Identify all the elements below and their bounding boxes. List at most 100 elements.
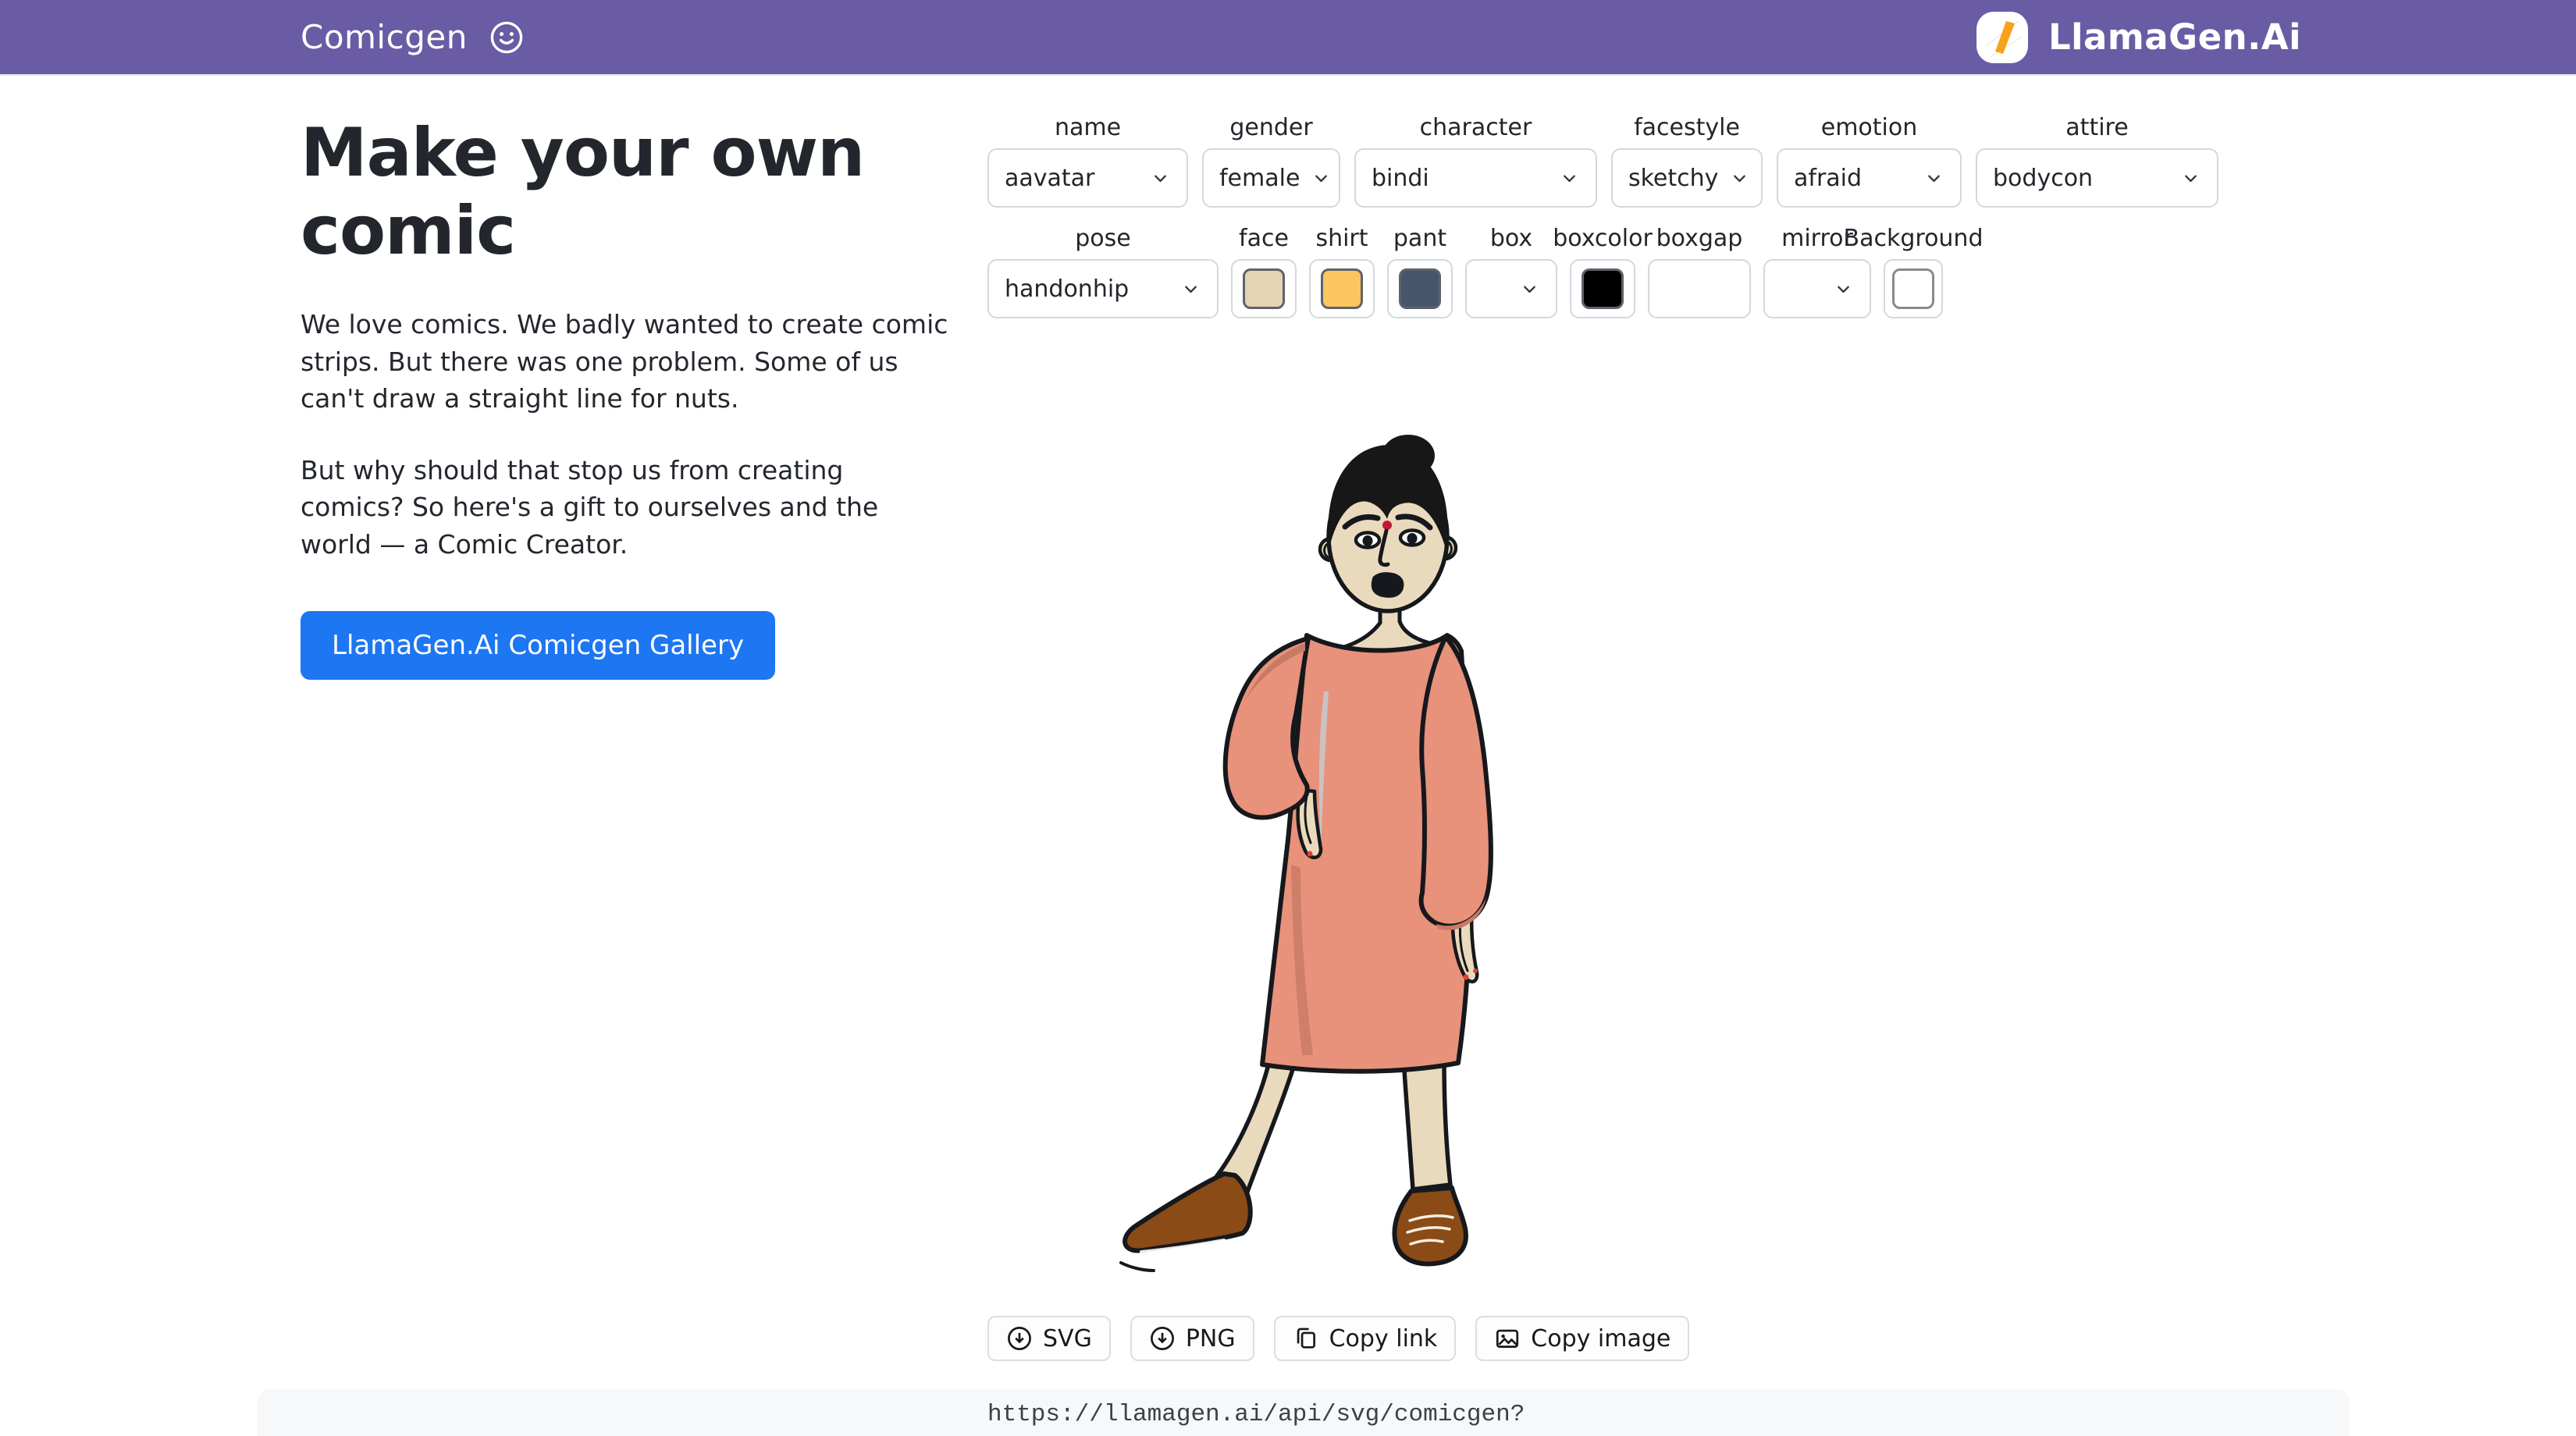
pose-select-value: handonhip — [1005, 275, 1129, 303]
export-bar: SVG PNG Copy link Copy image — [987, 1316, 1689, 1361]
smiley-icon — [488, 19, 525, 56]
pose-select[interactable]: handonhip — [987, 259, 1219, 318]
api-url-text: https://llamagen.ai/api/svg/comicgen? — [987, 1401, 1525, 1428]
attire-select[interactable]: bodycon — [1976, 148, 2218, 208]
app-title[interactable]: Comicgen — [301, 18, 468, 56]
background-color-label: Background — [1844, 225, 1984, 252]
boxgap-input[interactable] — [1648, 259, 1751, 318]
shirt-color-swatch[interactable] — [1321, 268, 1363, 309]
facestyle-select[interactable]: sketchy — [1611, 148, 1763, 208]
copy-image-button[interactable]: Copy image — [1475, 1316, 1689, 1361]
field-emotion: emotion afraid — [1777, 114, 1962, 208]
character-right-leg — [1404, 1060, 1450, 1189]
character-mouth — [1372, 574, 1403, 597]
name-select[interactable]: aavatar — [987, 148, 1188, 208]
field-shirt-color: shirt — [1309, 225, 1375, 318]
app-header: Comicgen LlamaGen.Ai — [0, 0, 2576, 76]
field-pant-color: pant — [1387, 225, 1453, 318]
boxcolor-picker[interactable] — [1570, 259, 1635, 318]
field-face-color: face — [1231, 225, 1297, 318]
attire-label: attire — [2065, 114, 2128, 141]
character-select-value: bindi — [1372, 165, 1429, 192]
chevron-down-icon — [2180, 168, 2201, 189]
gender-select-value: female — [1219, 165, 1300, 192]
intro-paragraph-2: But why should that stop us from creatin… — [301, 452, 948, 563]
chevron-down-icon — [1833, 279, 1854, 300]
page-title: Make your own comic — [301, 114, 956, 270]
pant-color-picker[interactable] — [1387, 259, 1453, 318]
field-character: character bindi — [1354, 114, 1597, 208]
name-label: name — [1055, 114, 1121, 141]
field-gender: gender female — [1202, 114, 1340, 208]
chevron-down-icon — [1311, 168, 1332, 189]
face-color-swatch[interactable] — [1243, 268, 1285, 309]
chevron-down-icon — [1923, 168, 1944, 189]
field-boxcolor: boxcolor — [1570, 225, 1635, 318]
emotion-select-value: afraid — [1794, 165, 1862, 192]
gender-label: gender — [1229, 114, 1312, 141]
copy-link-button[interactable]: Copy link — [1274, 1316, 1457, 1361]
character-label: character — [1420, 114, 1532, 141]
chevron-down-icon — [1150, 168, 1171, 189]
background-color-picker[interactable] — [1884, 259, 1943, 318]
shirt-color-picker[interactable] — [1309, 259, 1375, 318]
chevron-down-icon — [1729, 168, 1750, 189]
box-select[interactable] — [1465, 259, 1557, 318]
gender-select[interactable]: female — [1202, 148, 1340, 208]
copy-image-label: Copy image — [1531, 1325, 1670, 1352]
controls-row-2: pose handonhip face shirt pant box — [987, 225, 1943, 318]
face-color-label: face — [1239, 225, 1289, 252]
download-png-button[interactable]: PNG — [1130, 1316, 1254, 1361]
boxgap-label: boxgap — [1656, 225, 1743, 252]
llamagen-logo-icon — [1976, 12, 2028, 63]
facestyle-select-value: sketchy — [1628, 165, 1718, 192]
character-left-shoe — [1125, 1174, 1251, 1250]
pose-label: pose — [1075, 225, 1130, 252]
field-background-color: Background — [1884, 225, 1943, 318]
field-attire: attire bodycon — [1976, 114, 2218, 208]
header-left: Comicgen — [301, 18, 525, 56]
comic-character-preview — [1105, 434, 1505, 1278]
pant-color-label: pant — [1393, 225, 1446, 252]
comic-character-svg — [1105, 434, 1505, 1278]
download-png-label: PNG — [1186, 1325, 1236, 1352]
field-boxgap: boxgap — [1648, 225, 1751, 318]
copy-link-label: Copy link — [1329, 1325, 1438, 1352]
image-icon — [1494, 1325, 1521, 1352]
character-select[interactable]: bindi — [1354, 148, 1597, 208]
field-box: box — [1465, 225, 1557, 318]
box-label: box — [1490, 225, 1532, 252]
download-svg-label: SVG — [1043, 1325, 1092, 1352]
face-color-picker[interactable] — [1231, 259, 1297, 318]
api-url-code: https://llamagen.ai/api/svg/comicgen? — [258, 1389, 2350, 1436]
mirror-label: mirror — [1781, 225, 1853, 252]
field-pose: pose handonhip — [987, 225, 1219, 318]
chevron-down-icon — [1180, 279, 1201, 300]
boxcolor-swatch[interactable] — [1582, 268, 1624, 309]
intro-section: Make your own comic We love comics. We b… — [301, 114, 956, 680]
copy-icon — [1293, 1325, 1319, 1352]
character-right-shoe — [1394, 1188, 1465, 1264]
pant-color-swatch[interactable] — [1399, 268, 1441, 309]
boxcolor-label: boxcolor — [1553, 225, 1653, 252]
controls-row-1: name aavatar gender female character bin… — [987, 114, 2218, 208]
background-color-swatch[interactable] — [1892, 268, 1934, 309]
character-right-sleeve — [1421, 637, 1491, 926]
character-bindi — [1382, 521, 1392, 530]
brand-name: LlamaGen.Ai — [2048, 16, 2301, 58]
facestyle-label: facestyle — [1634, 114, 1740, 141]
gallery-button[interactable]: LlamaGen.Ai Comicgen Gallery — [301, 611, 775, 680]
brand-link[interactable]: LlamaGen.Ai — [1976, 12, 2301, 63]
name-select-value: aavatar — [1005, 165, 1094, 192]
field-facestyle: facestyle sketchy — [1611, 114, 1763, 208]
shirt-color-label: shirt — [1315, 225, 1368, 252]
emotion-select[interactable]: afraid — [1777, 148, 1962, 208]
chevron-down-icon — [1519, 279, 1540, 300]
emotion-label: emotion — [1821, 114, 1918, 141]
mirror-select[interactable] — [1763, 259, 1871, 318]
field-name: name aavatar — [987, 114, 1188, 208]
download-icon — [1149, 1325, 1176, 1352]
intro-paragraph-1: We love comics. We badly wanted to creat… — [301, 306, 948, 418]
download-svg-button[interactable]: SVG — [987, 1316, 1111, 1361]
chevron-down-icon — [1559, 168, 1580, 189]
